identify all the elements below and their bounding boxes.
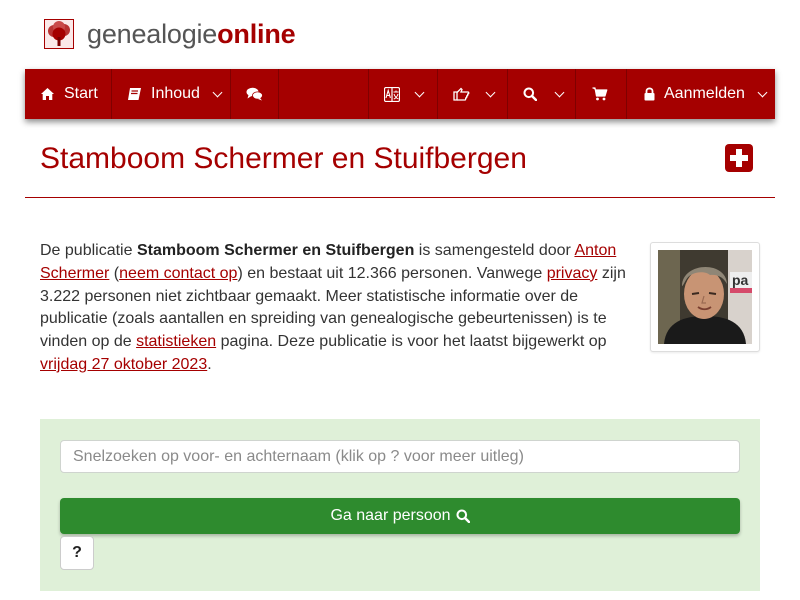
nav-share-dropdown[interactable] bbox=[453, 69, 496, 119]
privacy-link[interactable]: privacy bbox=[547, 265, 598, 282]
nav-divider bbox=[507, 69, 508, 119]
nav-search-dropdown[interactable] bbox=[523, 69, 565, 119]
nav-start[interactable]: Start bbox=[40, 69, 98, 119]
svg-text:pa: pa bbox=[732, 272, 749, 288]
desc-text: ( bbox=[109, 264, 120, 282]
nav-shop[interactable] bbox=[592, 69, 608, 119]
contact-link[interactable]: neem contact op bbox=[119, 265, 237, 282]
chevron-down-icon bbox=[212, 87, 223, 97]
publication-description: De publicatie Stamboom Schermer en Stuif… bbox=[40, 240, 632, 377]
chevron-down-icon bbox=[757, 87, 768, 97]
go-to-person-button[interactable]: Ga naar persoon bbox=[60, 498, 740, 534]
author-photo[interactable]: pa bbox=[658, 250, 752, 344]
main-navbar: Start Inhoud Aanmelden bbox=[25, 69, 775, 119]
chevron-down-icon bbox=[414, 87, 425, 97]
book-icon bbox=[128, 88, 141, 100]
quick-search-panel: Ga naar persoon ? bbox=[40, 419, 760, 591]
tree-icon bbox=[44, 19, 74, 49]
share-icon bbox=[453, 87, 470, 101]
nav-inhoud-label: Inhoud bbox=[151, 85, 200, 102]
desc-text: De publicatie bbox=[40, 242, 137, 259]
cart-icon bbox=[592, 87, 608, 101]
chat-icon bbox=[246, 87, 263, 101]
nav-divider bbox=[368, 69, 369, 119]
desc-text: is samengesteld door bbox=[414, 242, 575, 259]
add-button[interactable] bbox=[725, 144, 753, 172]
desc-text: pagina. Deze publicatie is voor het laat… bbox=[216, 333, 607, 351]
nav-divider bbox=[437, 69, 438, 119]
desc-text: ) en bestaat uit 12.366 personen. Vanweg… bbox=[237, 264, 547, 282]
nav-language-dropdown[interactable] bbox=[384, 69, 425, 119]
nav-aanmelden-label: Aanmelden bbox=[664, 85, 745, 102]
lock-icon bbox=[644, 87, 655, 101]
page-title: Stamboom Schermer en Stuifbergen bbox=[40, 142, 527, 175]
quick-search-input[interactable] bbox=[60, 440, 740, 473]
search-icon bbox=[523, 87, 537, 101]
publication-name: Stamboom Schermer en Stuifbergen bbox=[136, 242, 415, 259]
nav-divider bbox=[230, 69, 231, 119]
site-name-part2: online bbox=[217, 19, 296, 49]
chevron-down-icon bbox=[485, 87, 496, 97]
author-photo-frame: pa bbox=[650, 242, 760, 352]
go-to-person-label: Ga naar persoon bbox=[330, 507, 451, 524]
nav-aanmelden-dropdown[interactable]: Aanmelden bbox=[644, 69, 768, 119]
nav-divider bbox=[626, 69, 627, 119]
title-row: Stamboom Schermer en Stuifbergen bbox=[25, 130, 775, 198]
home-icon bbox=[41, 88, 54, 100]
search-icon bbox=[456, 509, 470, 523]
chevron-down-icon bbox=[554, 87, 565, 97]
search-help-button[interactable]: ? bbox=[60, 536, 94, 570]
site-name-part1: genealogie bbox=[87, 19, 218, 49]
last-updated-link[interactable]: vrijdag 27 oktober 2023 bbox=[40, 356, 207, 373]
nav-divider bbox=[575, 69, 576, 119]
site-name: genealogieonline bbox=[87, 18, 296, 50]
nav-start-label: Start bbox=[64, 85, 98, 102]
translate-icon bbox=[384, 86, 400, 102]
nav-divider bbox=[111, 69, 112, 119]
statistics-link[interactable]: statistieken bbox=[136, 333, 216, 350]
site-brand[interactable]: genealogieonline bbox=[44, 18, 296, 50]
nav-divider bbox=[278, 69, 279, 119]
nav-forum[interactable] bbox=[246, 69, 263, 119]
desc-text: . bbox=[207, 355, 212, 373]
nav-inhoud-dropdown[interactable]: Inhoud bbox=[127, 69, 223, 119]
